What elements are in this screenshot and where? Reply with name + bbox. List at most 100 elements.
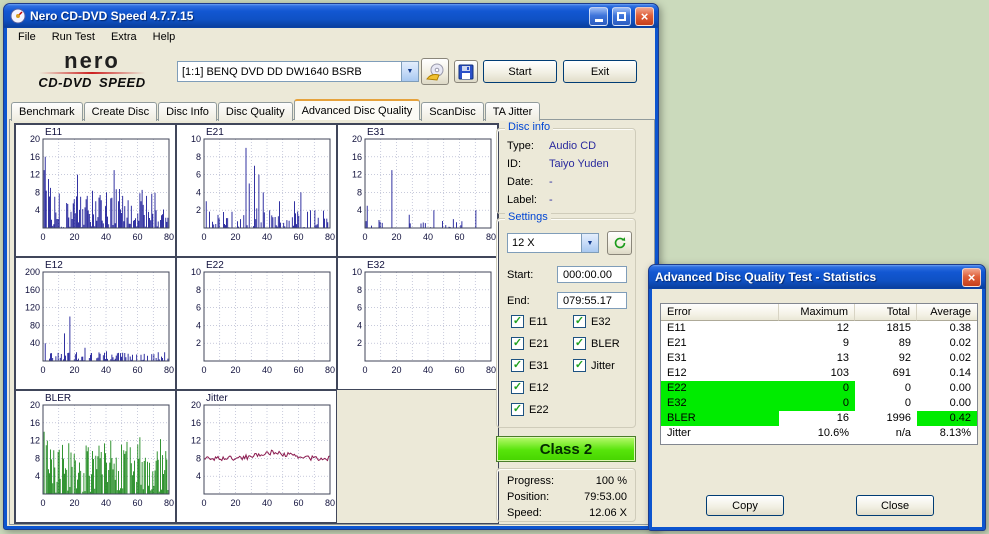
progress-label: Progress:: [507, 475, 554, 491]
checkbox-e22[interactable]: ✓ E22: [511, 403, 549, 416]
disc-info-label: Label:: [507, 194, 549, 206]
stats-close-button[interactable]: ×: [962, 268, 981, 287]
svg-text:60: 60: [132, 232, 142, 242]
tab-advanced-disc-quality[interactable]: Advanced Disc Quality: [294, 99, 421, 120]
svg-text:16: 16: [30, 152, 40, 162]
stats-cell-maximum: 103: [779, 366, 855, 381]
speed-combo[interactable]: 12 X ▼: [507, 233, 599, 253]
checkbox-box-jitter[interactable]: ✓: [573, 359, 586, 372]
chevron-down-icon[interactable]: ▼: [401, 62, 418, 81]
svg-text:E32: E32: [367, 260, 385, 271]
checkbox-box-e31[interactable]: ✓: [511, 359, 524, 372]
svg-text:60: 60: [132, 498, 142, 508]
refresh-button[interactable]: [607, 231, 632, 255]
menu-item-help[interactable]: Help: [145, 29, 184, 45]
svg-text:20: 20: [230, 498, 240, 508]
copy-button[interactable]: Copy: [706, 495, 784, 516]
stats-col-header-error[interactable]: Error: [661, 304, 779, 321]
svg-text:40: 40: [262, 232, 272, 242]
start-time-field[interactable]: 000:00.00: [557, 266, 627, 283]
menu-item-run-test[interactable]: Run Test: [44, 29, 103, 45]
svg-text:12: 12: [352, 170, 362, 180]
minimize-icon: [595, 19, 603, 22]
stats-cell-error: Jitter: [661, 426, 779, 441]
menu-item-extra[interactable]: Extra: [103, 29, 145, 45]
maximize-button[interactable]: [612, 7, 631, 26]
checkbox-e21[interactable]: ✓E21: [511, 337, 549, 350]
main-titlebar[interactable]: Nero CD-DVD Speed 4.7.7.15 ×: [4, 4, 658, 28]
svg-text:80: 80: [30, 320, 40, 330]
progress-row: Progress:100 %: [507, 475, 627, 491]
close-button[interactable]: ×: [635, 7, 654, 26]
checkbox-bler[interactable]: ✓BLER: [573, 337, 620, 350]
checkbox-e12[interactable]: ✓ E12: [511, 381, 549, 394]
svg-text:20: 20: [191, 400, 201, 410]
svg-text:8: 8: [35, 187, 40, 197]
stats-col-header-total[interactable]: Total: [855, 304, 917, 321]
minimize-button[interactable]: [589, 7, 608, 26]
checkbox-label: E22: [529, 404, 549, 416]
checkbox-e32[interactable]: ✓E32: [573, 315, 620, 328]
svg-text:2: 2: [196, 338, 201, 348]
checkbox-e31[interactable]: ✓ E31: [511, 359, 549, 372]
disc-info-label: Date:: [507, 176, 549, 188]
stats-row-e11: E111218150.38: [661, 321, 977, 336]
checkbox-box-e12[interactable]: ✓: [511, 381, 524, 394]
svg-text:2: 2: [196, 205, 201, 215]
checkbox-jitter[interactable]: ✓Jitter: [573, 359, 620, 372]
speed-combo-value: 12 X: [512, 237, 581, 249]
tab-disc-quality[interactable]: Disc Quality: [218, 102, 293, 121]
checkbox-box-e21[interactable]: ✓: [511, 337, 524, 350]
stats-cell-maximum: 13: [779, 351, 855, 366]
chevron-down-icon[interactable]: ▼: [581, 234, 598, 252]
checkbox-e11[interactable]: ✓E11: [511, 315, 549, 328]
chart-e32: E32108642020406080: [337, 257, 498, 390]
stats-row-bler: BLER1619960.42: [661, 411, 977, 426]
stats-cell-total: 89: [855, 336, 917, 351]
stats-cell-error: E12: [661, 366, 779, 381]
tab-ta-jitter[interactable]: TA Jitter: [485, 102, 541, 121]
svg-text:16: 16: [30, 418, 40, 428]
hand-disc-icon: [425, 63, 445, 81]
checkbox-box-bler[interactable]: ✓: [573, 337, 586, 350]
svg-text:0: 0: [362, 232, 367, 242]
tab-disc-info[interactable]: Disc Info: [158, 102, 217, 121]
start-button[interactable]: Start: [483, 60, 557, 83]
stats-cell-error: E32: [661, 396, 779, 411]
svg-text:80: 80: [164, 498, 174, 508]
charts-grid: E1120161284020406080E21108642020406080E3…: [14, 123, 499, 524]
stats-cell-total: 0: [855, 396, 917, 411]
svg-text:40: 40: [423, 365, 433, 375]
stats-col-header-maximum[interactable]: Maximum: [779, 304, 855, 321]
stats-titlebar[interactable]: Advanced Disc Quality Test - Statistics …: [649, 265, 985, 289]
stats-col-header-average[interactable]: Average: [917, 304, 977, 321]
svg-text:60: 60: [293, 365, 303, 375]
save-button[interactable]: [454, 60, 478, 83]
disc-info-row: ID:Taiyo Yuden: [497, 158, 635, 176]
checkbox-label: E12: [529, 382, 549, 394]
tab-scandisc[interactable]: ScanDisc: [421, 102, 483, 121]
checkbox-label: E31: [529, 360, 549, 372]
end-time-field[interactable]: 079:55.17: [557, 292, 627, 309]
hand-disc-button[interactable]: [421, 58, 449, 85]
svg-text:4: 4: [357, 205, 362, 215]
drive-combo-value: [1:1] BENQ DVD DD DW1640 BSRB: [182, 66, 401, 78]
checkbox-box-e11[interactable]: ✓: [511, 315, 524, 328]
checkbox-box-e32[interactable]: ✓: [573, 315, 586, 328]
stats-close-btn[interactable]: Close: [856, 495, 934, 516]
svg-text:20: 20: [69, 498, 79, 508]
drive-combo[interactable]: [1:1] BENQ DVD DD DW1640 BSRB ▼: [177, 61, 419, 82]
disc-info-row: Type:Audio CD: [497, 140, 635, 158]
tab-benchmark[interactable]: Benchmark: [11, 102, 83, 121]
stats-cell-error: E21: [661, 336, 779, 351]
disc-info-fields: Type:Audio CDID:Taiyo YudenDate:-Label:-: [497, 129, 635, 212]
svg-text:20: 20: [30, 134, 40, 144]
svg-text:80: 80: [325, 232, 335, 242]
tab-create-disc[interactable]: Create Disc: [84, 102, 157, 121]
svg-text:60: 60: [454, 232, 464, 242]
exit-button[interactable]: Exit: [563, 60, 637, 83]
progress-value: 79:53.00: [584, 491, 627, 507]
checkbox-box-e22[interactable]: ✓: [511, 403, 524, 416]
menu-item-file[interactable]: File: [10, 29, 44, 45]
svg-text:E22: E22: [206, 260, 224, 271]
